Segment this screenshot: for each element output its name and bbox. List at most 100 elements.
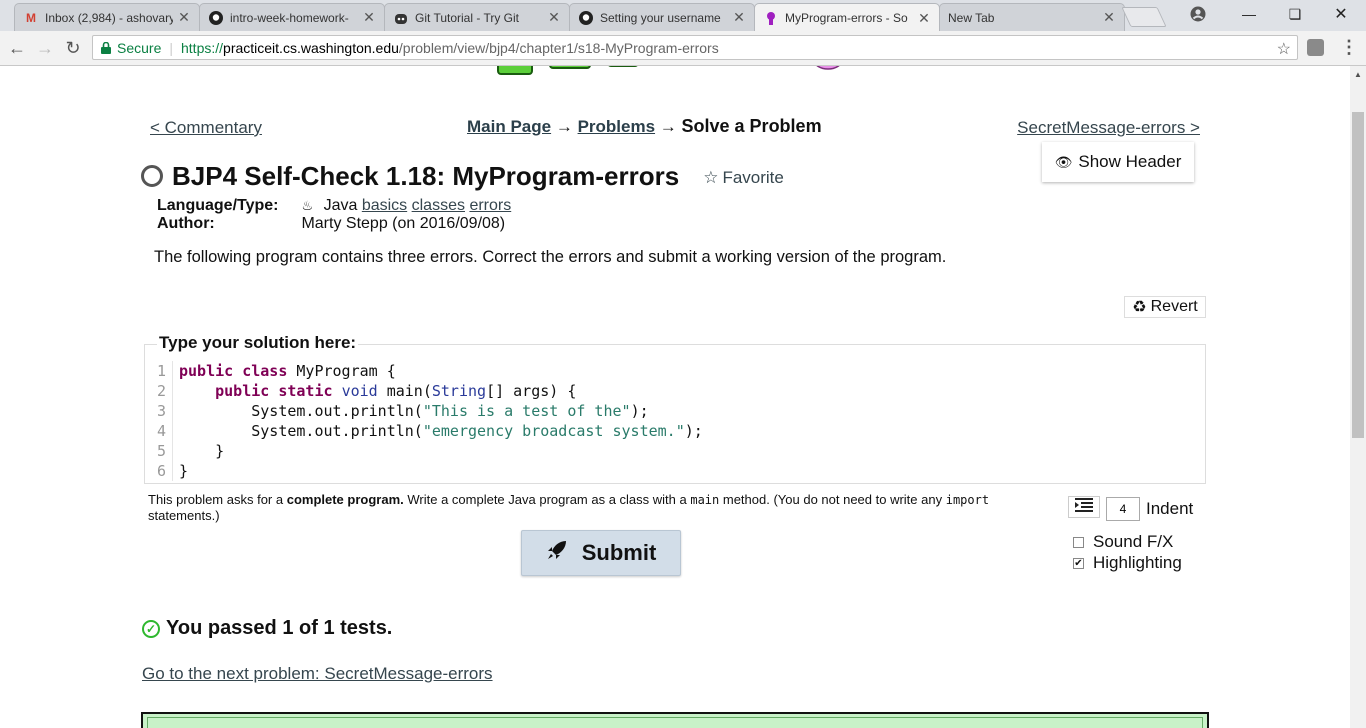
code-line: 1 public class MyProgram { <box>145 361 703 381</box>
line-number: 4 <box>145 421 173 441</box>
reload-icon[interactable]: ↻ <box>62 37 84 59</box>
passed-text: You passed 1 of 1 tests. <box>166 617 393 639</box>
crumb-main-page[interactable]: Main Page <box>467 117 551 136</box>
crumb-current: Solve a Problem <box>681 116 822 136</box>
scroll-up-icon[interactable]: ▲ <box>1354 70 1362 79</box>
tab-myprogram-errors[interactable]: MyProgram-errors - So ✕ <box>754 3 940 32</box>
submit-label: Submit <box>581 540 657 565</box>
problem-navigation: < Commentary Main Page → Problems → Solv… <box>150 116 1200 140</box>
tag-link[interactable]: errors <box>469 197 511 214</box>
code-line: 5 } <box>145 441 703 461</box>
tab-new-tab[interactable]: New Tab ✕ <box>939 3 1125 31</box>
indent-size-input[interactable] <box>1106 497 1140 521</box>
forward-arrow-icon[interactable]: → <box>34 37 56 59</box>
secure-label: Secure <box>117 39 162 56</box>
code-line: 6} <box>145 461 703 481</box>
tab-gmail[interactable]: M Inbox (2,984) - ashovary ✕ <box>14 3 200 31</box>
favorite-label: Favorite <box>722 168 784 187</box>
extension-icon[interactable] <box>1307 39 1324 56</box>
next-problem-link-bottom[interactable]: Go to the next problem: SecretMessage-er… <box>142 664 493 684</box>
solution-editor[interactable]: Type your solution here: 1 public class M… <box>144 333 1206 484</box>
status-circle-icon <box>141 165 163 187</box>
close-icon[interactable]: ✕ <box>362 9 376 26</box>
indent-label: Indent <box>1146 499 1194 518</box>
solution-label: Type your solution here: <box>157 333 359 353</box>
bookmark-star-icon[interactable]: ☆ <box>1277 39 1291 59</box>
tab-title: New Tab <box>948 10 995 25</box>
code-area[interactable]: 1 public class MyProgram { 2 public stati… <box>145 361 703 481</box>
revert-button[interactable]: ♻ Revert <box>1124 296 1206 318</box>
problem-hint: This problem asks for a complete program… <box>148 492 990 523</box>
new-tab-button[interactable] <box>1121 7 1167 27</box>
problem-description: The following program contains three err… <box>154 248 947 266</box>
author-label: Author: <box>157 215 215 232</box>
code-line: 3 System.out.println("This is a test of … <box>145 401 703 421</box>
code-line: 4 System.out.println("emergency broadcas… <box>145 421 703 441</box>
test-result-row <box>147 717 1203 728</box>
site-logo <box>497 66 840 75</box>
restore-icon[interactable]: ❏ <box>1272 0 1318 28</box>
close-icon[interactable]: ✕ <box>177 9 191 26</box>
address-bar[interactable]: Secure | https://practiceit.cs.washingto… <box>92 35 1298 60</box>
browser-toolbar: ← → ↻ Secure | https://practiceit.cs.was… <box>0 31 1366 66</box>
indent-button[interactable] <box>1068 496 1100 518</box>
line-number: 5 <box>145 441 173 461</box>
favorite-button[interactable]: ☆ Favorite <box>703 168 784 188</box>
show-header-button[interactable]: 👁 Show Header <box>1042 142 1194 182</box>
eye-icon: 👁 <box>1054 153 1073 170</box>
page-scrollbar[interactable]: ▲ <box>1350 66 1366 728</box>
scrollbar-thumb[interactable] <box>1352 112 1364 438</box>
github-icon <box>208 10 224 26</box>
close-icon[interactable]: ✕ <box>732 9 746 26</box>
problem-title-row: BJP4 Self-Check 1.18: MyProgram-errors ☆… <box>141 158 784 194</box>
page-content: < Commentary Main Page → Problems → Solv… <box>0 66 1350 728</box>
gmail-icon: M <box>26 10 36 25</box>
tag-link[interactable]: basics <box>362 197 407 214</box>
close-icon[interactable]: ✕ <box>547 9 561 26</box>
problem-meta: Language/Type: ♨ Java basics classes err… <box>157 197 511 233</box>
close-icon[interactable]: ✕ <box>1102 9 1116 26</box>
show-header-label: Show Header <box>1078 152 1182 171</box>
practiceit-icon <box>763 10 779 26</box>
rocket-icon <box>546 539 568 567</box>
tab-setting-username[interactable]: Setting your username ✕ <box>569 3 755 31</box>
tab-title: Git Tutorial - Try Git <box>415 10 520 25</box>
line-number: 6 <box>145 461 173 481</box>
sound-fx-option[interactable]: Sound F/X <box>1073 532 1173 552</box>
test-result-summary: ✓ You passed 1 of 1 tests. <box>142 617 392 640</box>
tab-strip: M Inbox (2,984) - ashovary ✕ intro-week-… <box>0 0 1366 32</box>
lock-icon <box>101 41 111 54</box>
tab-title: Inbox (2,984) - ashovary <box>45 10 173 25</box>
tab-github-homework[interactable]: intro-week-homework- ✕ <box>199 3 385 31</box>
profile-icon[interactable] <box>1190 6 1206 22</box>
breadcrumb: Main Page → Problems → Solve a Problem <box>467 116 822 137</box>
octocat-icon <box>393 10 409 26</box>
highlighting-label: Highlighting <box>1093 553 1182 572</box>
language-value: Java <box>323 197 358 214</box>
language-label: Language/Type: <box>157 197 279 214</box>
tab-title: MyProgram-errors - So <box>785 11 908 25</box>
crumb-arrow: → <box>555 117 573 136</box>
java-icon: ♨ <box>301 198 314 213</box>
highlighting-option[interactable]: ✔ Highlighting <box>1073 553 1182 573</box>
crumb-problems[interactable]: Problems <box>578 117 655 136</box>
minimize-icon[interactable]: — <box>1226 0 1272 28</box>
submit-button[interactable]: Submit <box>521 530 681 576</box>
tag-link[interactable]: classes <box>412 197 465 214</box>
sound-fx-checkbox[interactable] <box>1073 536 1084 548</box>
previous-problem-link[interactable]: < Commentary <box>150 118 262 138</box>
indent-icon <box>1075 498 1093 512</box>
url-host: practiceit.cs.washington.edu <box>223 39 399 56</box>
check-circle-icon: ✓ <box>142 619 160 638</box>
close-icon[interactable]: ✕ <box>917 10 931 27</box>
menu-icon[interactable]: ⋮ <box>1340 37 1358 58</box>
tab-git-tutorial[interactable]: Git Tutorial - Try Git ✕ <box>384 3 570 31</box>
window-close-icon[interactable]: ✕ <box>1318 0 1364 28</box>
line-number: 1 <box>145 361 173 381</box>
code-line: 2 public static void main(String[] args)… <box>145 381 703 401</box>
recycle-icon: ♻ <box>1132 299 1147 316</box>
github-icon <box>578 10 594 26</box>
highlighting-checkbox[interactable]: ✔ <box>1073 557 1084 569</box>
next-problem-link[interactable]: SecretMessage-errors > <box>1017 118 1200 138</box>
back-arrow-icon[interactable]: ← <box>6 37 28 59</box>
